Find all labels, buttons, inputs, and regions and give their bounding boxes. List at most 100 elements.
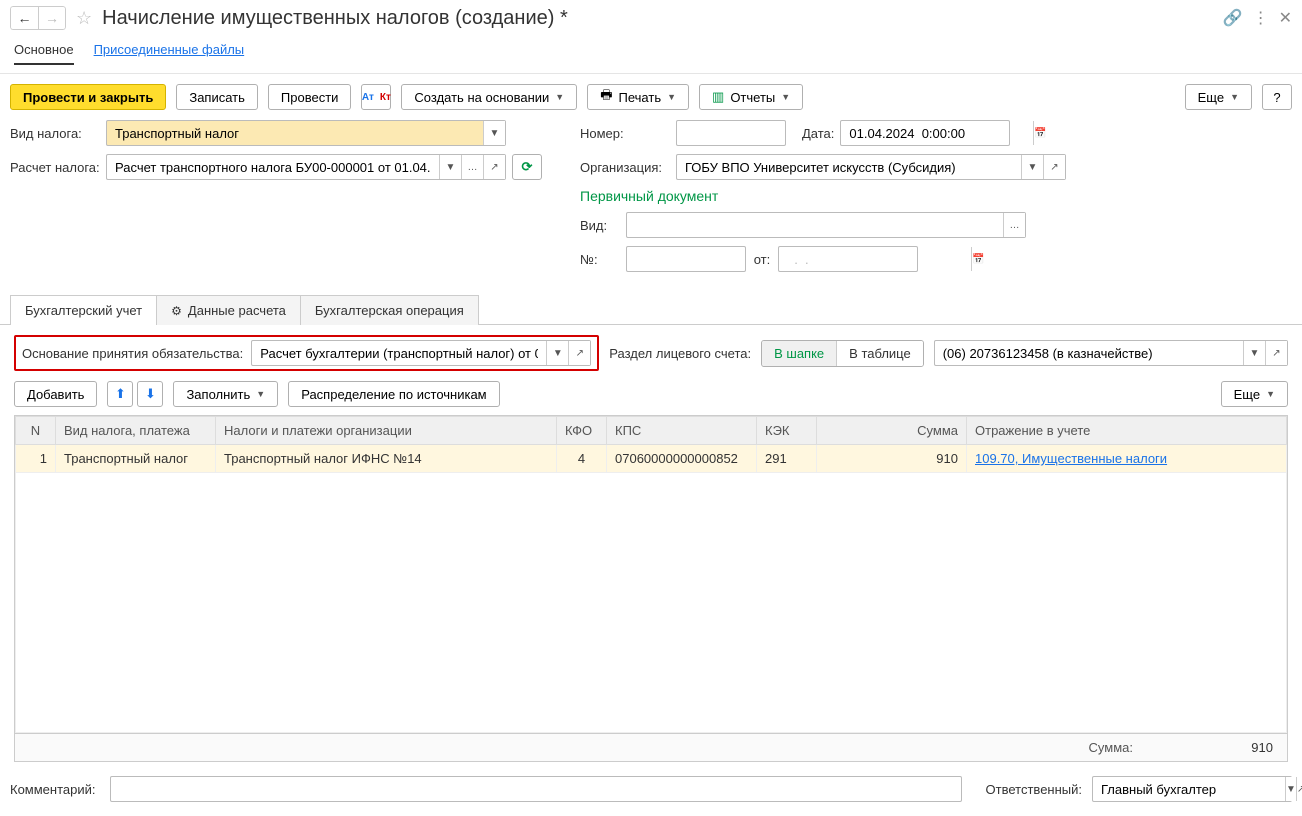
date-field[interactable]: 📅 — [840, 120, 1010, 146]
header-actions: 🔗 ⋮ ✕ — [1223, 8, 1292, 28]
favorite-icon[interactable]: ☆ — [76, 8, 92, 29]
cell-sum[interactable]: 910 — [817, 445, 967, 473]
responsible-input[interactable] — [1093, 777, 1285, 801]
seg-in-header[interactable]: В шапке — [762, 341, 836, 366]
print-button[interactable]: 🖶Печать▼ — [587, 84, 689, 110]
select-icon[interactable]: … — [1003, 213, 1025, 237]
back-button[interactable]: ← — [10, 6, 38, 30]
cell-reflect[interactable]: 109.70, Имущественные налоги — [967, 445, 1287, 473]
save-button[interactable]: Записать — [176, 84, 258, 110]
kind-input[interactable] — [627, 213, 1003, 237]
main-toolbar: Провести и закрыть Записать Провести АтК… — [0, 74, 1302, 120]
col-reflect[interactable]: Отражение в учете — [967, 417, 1287, 445]
open-icon[interactable]: ↗ — [568, 341, 590, 365]
nav-group: ← → — [10, 6, 66, 30]
reports-button[interactable]: ▥Отчеты▼ — [699, 84, 803, 110]
open-icon[interactable]: ↗ — [1296, 777, 1302, 801]
tab-main[interactable]: Основное — [14, 42, 74, 65]
tax-type-label: Вид налога: — [10, 126, 100, 141]
from-field[interactable]: 📅 — [778, 246, 918, 272]
select-icon[interactable]: … — [461, 155, 483, 179]
basis-input[interactable] — [252, 341, 546, 365]
fill-button[interactable]: Заполнить▼ — [173, 381, 278, 407]
dropdown-icon[interactable]: ▼ — [439, 155, 461, 179]
date-label: Дата: — [802, 126, 834, 141]
col-n[interactable]: N — [16, 417, 56, 445]
from-label: от: — [752, 252, 772, 267]
post-button[interactable]: Провести — [268, 84, 352, 110]
org-input[interactable] — [677, 155, 1021, 179]
seg-in-table[interactable]: В таблице — [836, 341, 923, 366]
table-row[interactable]: 1 Транспортный налог Транспортный налог … — [16, 445, 1287, 473]
org-field[interactable]: ▼ ↗ — [676, 154, 1066, 180]
table-more-button[interactable]: Еще▼ — [1221, 381, 1288, 407]
kind-label: Вид: — [580, 218, 620, 233]
dropdown-icon[interactable]: ▼ — [546, 341, 568, 365]
calc-field[interactable]: ▼ … ↗ — [106, 154, 506, 180]
comment-field[interactable] — [110, 776, 962, 802]
col-kek[interactable]: КЭК — [757, 417, 817, 445]
open-icon[interactable]: ↗ — [1265, 341, 1287, 365]
tax-type-input[interactable] — [107, 121, 483, 145]
responsible-field[interactable]: ▼ ↗ — [1092, 776, 1292, 802]
tab-acc-operation[interactable]: Бухгалтерская операция — [300, 295, 479, 325]
move-up-button[interactable]: ⬆ — [107, 381, 133, 407]
date-input[interactable] — [841, 121, 1033, 145]
help-button[interactable]: ? — [1262, 84, 1292, 110]
add-button[interactable]: Добавить — [14, 381, 97, 407]
cell-kek[interactable]: 291 — [757, 445, 817, 473]
tab-attached-files[interactable]: Присоединенные файлы — [94, 42, 245, 65]
dropdown-icon[interactable]: ▼ — [483, 121, 505, 145]
top-tabs: Основное Присоединенные файлы — [0, 38, 1302, 74]
col-org-tax[interactable]: Налоги и платежи организации — [216, 417, 557, 445]
col-kfo[interactable]: КФО — [557, 417, 607, 445]
open-icon[interactable]: ↗ — [1043, 155, 1065, 179]
more-button[interactable]: Еще▼ — [1185, 84, 1252, 110]
col-sum[interactable]: Сумма — [817, 417, 967, 445]
cell-kfo[interactable]: 4 — [557, 445, 607, 473]
col-kps[interactable]: КПС — [607, 417, 757, 445]
refresh-button[interactable]: ⟳ — [512, 154, 542, 180]
col-tax-type[interactable]: Вид налога, платежа — [56, 417, 216, 445]
tab-calc-data[interactable]: ⚙Данные расчета — [156, 295, 301, 325]
close-icon[interactable]: ✕ — [1279, 8, 1292, 28]
dropdown-icon[interactable]: ▼ — [1021, 155, 1043, 179]
tab-accounting[interactable]: Бухгалтерский учет — [10, 295, 157, 325]
kebab-icon[interactable]: ⋮ — [1253, 8, 1269, 28]
table-header-row: N Вид налога, платежа Налоги и платежи о… — [16, 417, 1287, 445]
account-input[interactable] — [935, 341, 1243, 365]
tax-type-field[interactable]: ▼ — [106, 120, 506, 146]
dropdown-icon[interactable]: ▼ — [1243, 341, 1265, 365]
total-sum-value: 910 — [1153, 740, 1273, 755]
dt-kt-button[interactable]: АтКт — [361, 84, 391, 110]
kind-field[interactable]: … — [626, 212, 1026, 238]
calendar-icon[interactable]: 📅 — [971, 247, 984, 271]
open-icon[interactable]: ↗ — [483, 155, 505, 179]
account-field[interactable]: ▼ ↗ — [934, 340, 1288, 366]
forward-button[interactable]: → — [38, 6, 66, 30]
window-header: ← → ☆ Начисление имущественных налогов (… — [0, 0, 1302, 38]
cell-kps[interactable]: 07060000000000852 — [607, 445, 757, 473]
basis-highlight: Основание принятия обязательства: ▼ ↗ — [14, 335, 599, 371]
mid-tabs: Бухгалтерский учет ⚙Данные расчета Бухга… — [0, 294, 1302, 325]
cell-org-tax[interactable]: Транспортный налог ИФНС №14 — [216, 445, 557, 473]
create-based-button[interactable]: Создать на основании▼ — [401, 84, 577, 110]
cell-tax-type[interactable]: Транспортный налог — [56, 445, 216, 473]
distribute-button[interactable]: Распределение по источникам — [288, 381, 499, 407]
move-down-button[interactable]: ⬇ — [137, 381, 163, 407]
no-label: №: — [580, 252, 620, 267]
comment-input[interactable] — [111, 777, 961, 801]
post-and-close-button[interactable]: Провести и закрыть — [10, 84, 166, 110]
from-input[interactable] — [779, 247, 971, 271]
calendar-icon[interactable]: 📅 — [1033, 121, 1046, 145]
link-icon[interactable]: 🔗 — [1223, 8, 1243, 28]
reflect-link[interactable]: 109.70, Имущественные налоги — [975, 451, 1167, 466]
basis-field[interactable]: ▼ ↗ — [251, 340, 591, 366]
no-field[interactable] — [626, 246, 746, 272]
calc-input[interactable] — [107, 155, 439, 179]
number-field[interactable] — [676, 120, 786, 146]
cell-n[interactable]: 1 — [16, 445, 56, 473]
report-icon: ▥ — [712, 89, 724, 105]
dropdown-icon[interactable]: ▼ — [1285, 777, 1296, 801]
table-empty-space — [16, 473, 1287, 733]
